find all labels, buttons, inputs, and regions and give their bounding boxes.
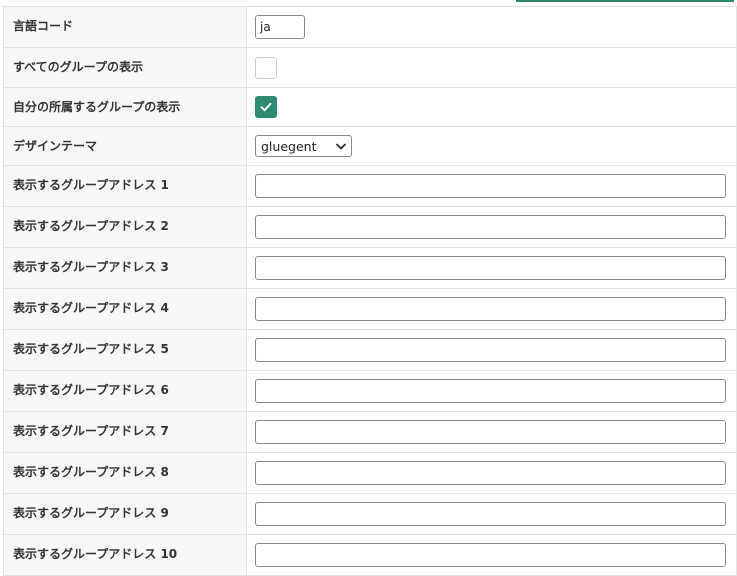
row-label: 言語コード xyxy=(4,7,247,47)
group-address-input-8[interactable] xyxy=(255,461,726,485)
top-accent-bar xyxy=(516,0,734,2)
show-all-groups-checkbox[interactable] xyxy=(255,56,277,79)
settings-row-language-code: 言語コード xyxy=(4,7,736,48)
settings-row-show-my-groups: 自分の所属するグループの表示 xyxy=(4,88,736,127)
select-value: gluegent xyxy=(261,138,317,154)
settings-row-group-address-1: 表示するグループアドレス 1 xyxy=(4,166,736,207)
row-label: 表示するグループアドレス 3 xyxy=(4,248,247,288)
row-value xyxy=(247,48,736,87)
group-address-input-10[interactable] xyxy=(255,543,726,567)
row-value xyxy=(247,371,736,411)
row-label: 表示するグループアドレス 1 xyxy=(4,166,247,206)
show-my-groups-checkbox[interactable] xyxy=(255,96,277,118)
settings-table: 言語コード すべてのグループの表示 自分の所属するグループの表示 デザインテーマ… xyxy=(3,6,737,576)
group-address-input-5[interactable] xyxy=(255,338,726,362)
row-label: デザインテーマ xyxy=(4,127,247,165)
group-address-input-4[interactable] xyxy=(255,297,726,321)
row-value xyxy=(247,7,736,47)
row-label: 表示するグループアドレス 4 xyxy=(4,289,247,329)
chevron-down-icon xyxy=(336,143,346,150)
design-theme-select[interactable]: gluegent xyxy=(255,135,352,157)
row-label: 表示するグループアドレス 8 xyxy=(4,453,247,493)
group-address-input-2[interactable] xyxy=(255,215,726,239)
settings-row-show-all-groups: すべてのグループの表示 xyxy=(4,48,736,88)
row-value xyxy=(247,88,736,126)
row-label: 自分の所属するグループの表示 xyxy=(4,88,247,126)
group-address-input-7[interactable] xyxy=(255,420,726,444)
row-label: 表示するグループアドレス 10 xyxy=(4,535,247,575)
row-label: 表示するグループアドレス 6 xyxy=(4,371,247,411)
row-value xyxy=(247,453,736,493)
row-value: gluegent xyxy=(247,127,736,165)
group-address-input-6[interactable] xyxy=(255,379,726,403)
settings-row-group-address-2: 表示するグループアドレス 2 xyxy=(4,207,736,248)
checkmark-icon xyxy=(260,102,272,112)
row-value xyxy=(247,330,736,370)
group-address-input-3[interactable] xyxy=(255,256,726,280)
language-code-input[interactable] xyxy=(255,15,305,39)
row-value xyxy=(247,289,736,329)
settings-row-group-address-10: 表示するグループアドレス 10 xyxy=(4,535,736,576)
settings-row-group-address-8: 表示するグループアドレス 8 xyxy=(4,453,736,494)
settings-row-group-address-3: 表示するグループアドレス 3 xyxy=(4,248,736,289)
row-label: 表示するグループアドレス 5 xyxy=(4,330,247,370)
row-value xyxy=(247,207,736,247)
row-label: 表示するグループアドレス 9 xyxy=(4,494,247,534)
row-value xyxy=(247,248,736,288)
row-value xyxy=(247,166,736,206)
row-label: すべてのグループの表示 xyxy=(4,48,247,87)
row-value xyxy=(247,412,736,452)
row-value xyxy=(247,494,736,534)
group-address-input-1[interactable] xyxy=(255,174,726,198)
settings-row-group-address-6: 表示するグループアドレス 6 xyxy=(4,371,736,412)
settings-row-group-address-4: 表示するグループアドレス 4 xyxy=(4,289,736,330)
settings-row-group-address-9: 表示するグループアドレス 9 xyxy=(4,494,736,535)
row-label: 表示するグループアドレス 7 xyxy=(4,412,247,452)
group-address-input-9[interactable] xyxy=(255,502,726,526)
settings-row-design-theme: デザインテーマ gluegent xyxy=(4,127,736,166)
row-value xyxy=(247,535,736,575)
row-label: 表示するグループアドレス 2 xyxy=(4,207,247,247)
settings-row-group-address-5: 表示するグループアドレス 5 xyxy=(4,330,736,371)
settings-row-group-address-7: 表示するグループアドレス 7 xyxy=(4,412,736,453)
